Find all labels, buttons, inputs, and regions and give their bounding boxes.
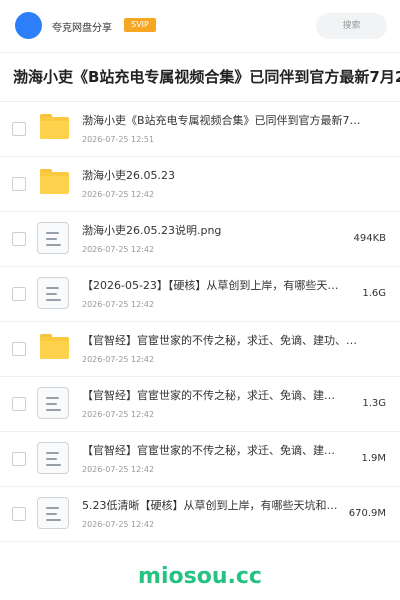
select-checkbox[interactable] — [12, 177, 26, 191]
select-checkbox[interactable] — [12, 507, 26, 521]
search-input[interactable]: 搜索 — [316, 13, 387, 39]
file-row[interactable]: 【官智经】官宦世家的不传之秘，求迁、免谪、建功、化险 2026-07-25 12:… — [0, 377, 400, 432]
page-title: 渤海小吏《B站充电专属视频合集》已同伴到官方最新7月2 — [13, 68, 400, 86]
file-name[interactable]: 【官智经】官宦世家的不传之秘，求迁、免谪、建功、化险 — [82, 442, 344, 458]
avatar[interactable] — [15, 12, 42, 39]
file-row[interactable]: 渤海小吏26.05.23 2026-07-25 12:42 — [0, 157, 400, 212]
folder-icon — [40, 114, 69, 139]
file-size: 670.9M — [348, 508, 386, 519]
file-icon — [37, 442, 69, 474]
share-title-bar: 渤海小吏《B站充电专属视频合集》已同伴到官方最新7月2 — [0, 53, 400, 102]
file-size: 1.9M — [361, 453, 386, 464]
file-row[interactable]: 5.23低清晰【硬核】从草创到上岸，有哪些天坑和人性考验 2026-07-25 1… — [0, 487, 400, 542]
watermark: miosou.cc — [138, 564, 262, 589]
select-checkbox[interactable] — [12, 232, 26, 246]
file-name[interactable]: 渤海小吏26.05.23 — [82, 167, 362, 183]
header: 夸克网盘分享 SVIP 搜索 — [0, 0, 400, 53]
file-icon — [37, 497, 69, 529]
file-date: 2026-07-25 12:42 — [82, 300, 155, 309]
select-checkbox[interactable] — [12, 122, 26, 136]
file-size: 1.3G — [362, 398, 386, 409]
file-name[interactable]: 5.23低清晰【硬核】从草创到上岸，有哪些天坑和人性考验 — [82, 497, 344, 513]
file-name[interactable]: 【2026-05-23】【硬核】从草创到上岸，有哪些天坑和人性考验 — [82, 277, 344, 293]
file-row[interactable]: 渤海小吏《B站充电专属视频合集》已同伴到官方最新7月25日 2026-07-25 … — [0, 102, 400, 157]
file-date: 2026-07-25 12:51 — [82, 135, 155, 144]
file-date: 2026-07-25 12:42 — [82, 245, 155, 254]
file-date: 2026-07-25 12:42 — [82, 190, 155, 199]
file-list: 渤海小吏《B站充电专属视频合集》已同伴到官方最新7月25日 2026-07-25 … — [0, 102, 400, 542]
file-icon — [37, 277, 69, 309]
file-row[interactable]: 【官智经】官宦世家的不传之秘，求迁、免谪、建功、化险 2026-07-25 12:… — [0, 432, 400, 487]
file-name[interactable]: 渤海小吏26.05.23说明.png — [82, 222, 344, 238]
file-icon — [37, 387, 69, 419]
file-name[interactable]: 【官智经】官宦世家的不传之秘，求迁、免谪、建功、化险 — [82, 387, 344, 403]
file-size: 494KB — [353, 233, 386, 244]
select-checkbox[interactable] — [12, 287, 26, 301]
folder-icon — [40, 334, 69, 359]
select-checkbox[interactable] — [12, 397, 26, 411]
app-name: 夸克网盘分享 — [52, 23, 112, 34]
file-row[interactable]: 渤海小吏26.05.23说明.png 2026-07-25 12:42 494KB — [0, 212, 400, 267]
file-date: 2026-07-25 12:42 — [82, 465, 155, 474]
file-row[interactable]: 【官智经】官宦世家的不传之秘，求迁、免谪、建功、化险 2026-07-25 12:… — [0, 322, 400, 377]
file-date: 2026-07-25 12:42 — [82, 520, 155, 529]
svip-badge: SVIP — [124, 18, 156, 32]
file-date: 2026-07-25 12:42 — [82, 355, 155, 364]
file-size: 1.6G — [362, 288, 386, 299]
file-name[interactable]: 渤海小吏《B站充电专属视频合集》已同伴到官方最新7月25日 — [82, 112, 362, 128]
file-row[interactable]: 【2026-05-23】【硬核】从草创到上岸，有哪些天坑和人性考验 2026-07… — [0, 267, 400, 322]
select-checkbox[interactable] — [12, 342, 26, 356]
file-name[interactable]: 【官智经】官宦世家的不传之秘，求迁、免谪、建功、化险 — [82, 332, 362, 348]
select-checkbox[interactable] — [12, 452, 26, 466]
file-icon — [37, 222, 69, 254]
folder-icon — [40, 169, 69, 194]
file-date: 2026-07-25 12:42 — [82, 410, 155, 419]
